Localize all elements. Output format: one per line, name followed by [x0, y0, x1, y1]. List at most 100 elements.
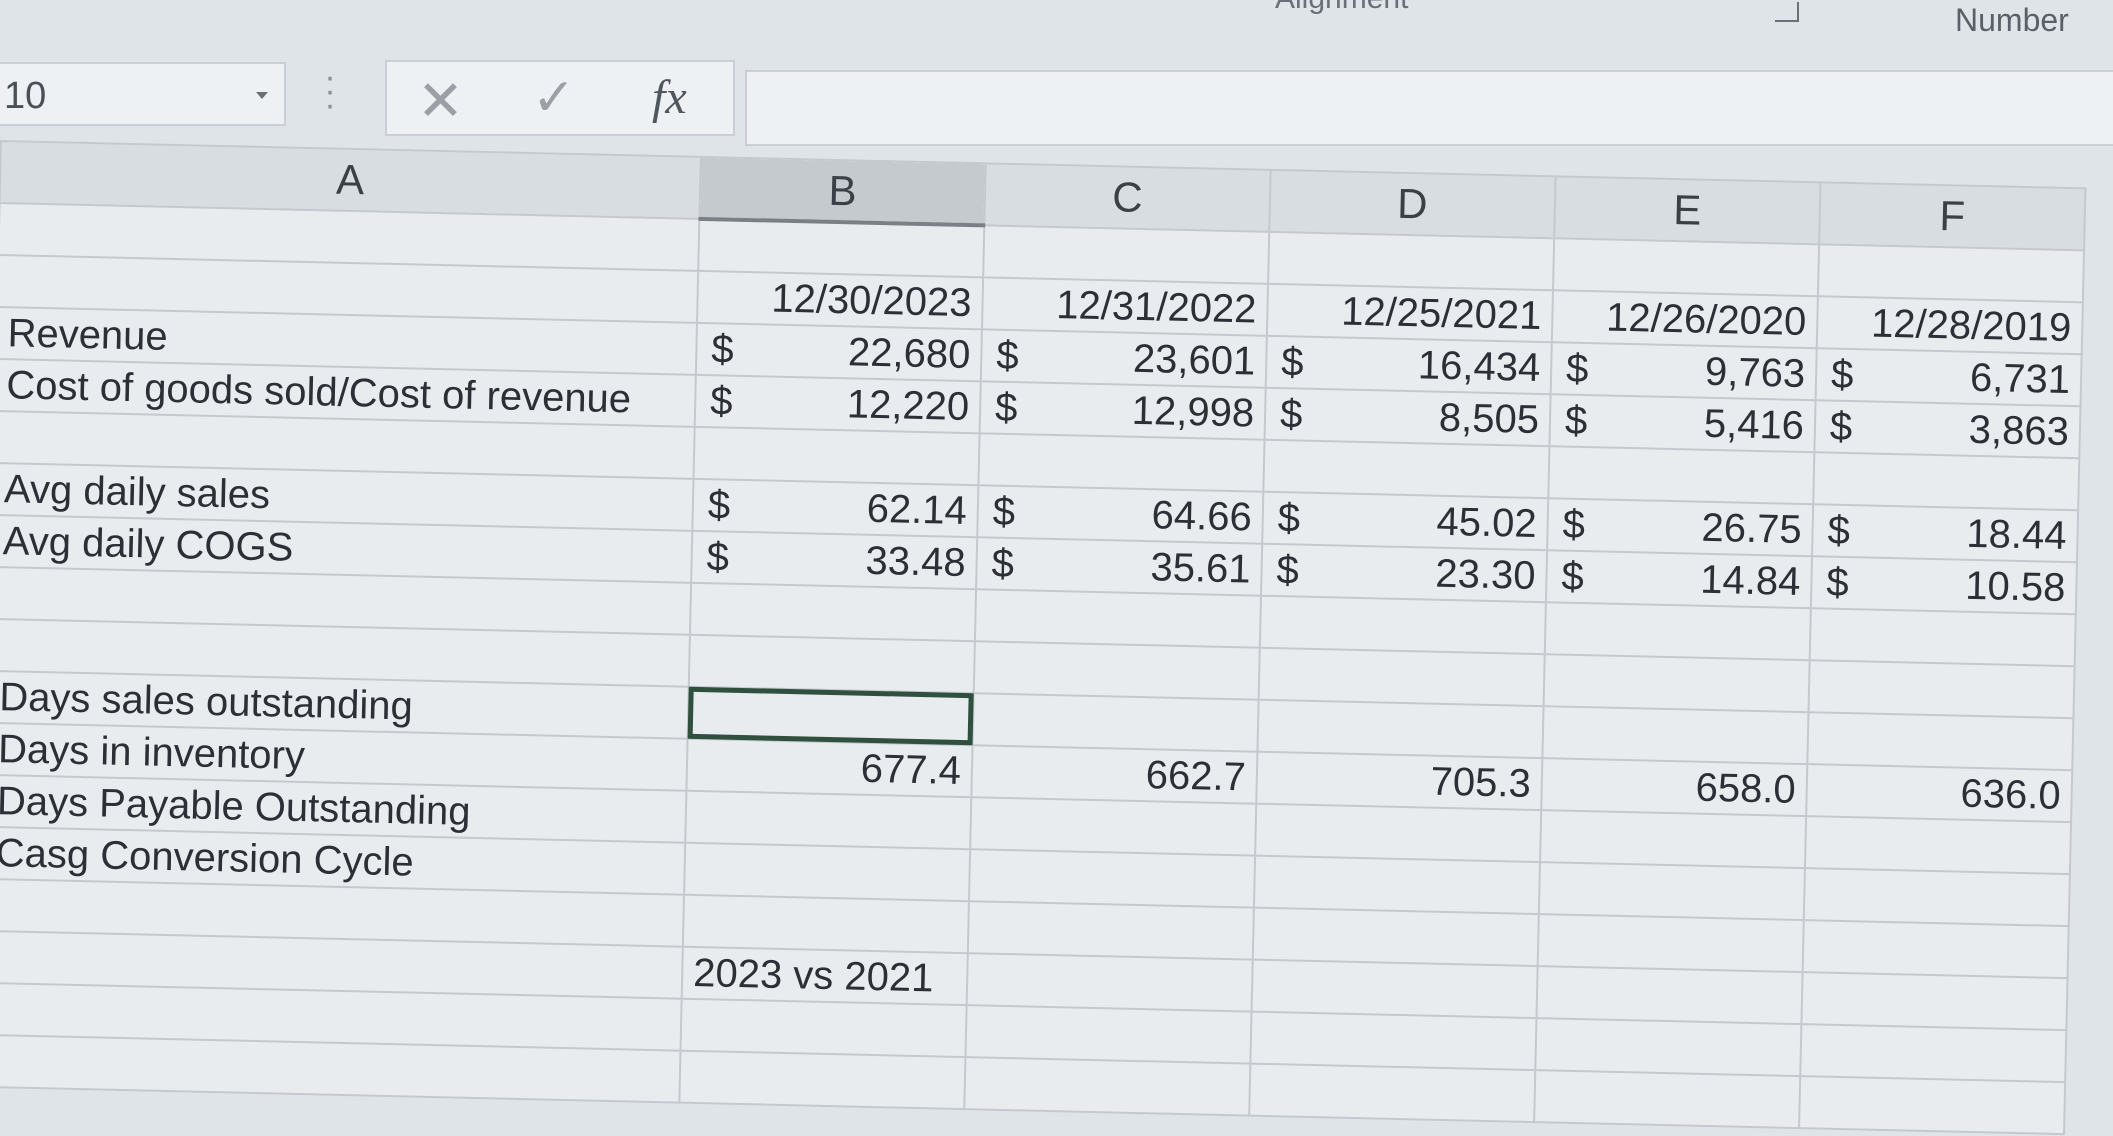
chevron-down-icon[interactable] — [256, 92, 268, 99]
currency-cell[interactable]: $45.02 — [1262, 491, 1549, 551]
currency-cell[interactable]: $6,731 — [1815, 348, 2082, 407]
formula-input[interactable] — [745, 70, 2113, 146]
more-options-icon[interactable]: · · · — [320, 60, 340, 122]
cell[interactable] — [1536, 966, 1803, 1025]
dialog-launcher-icon[interactable] — [1775, 2, 1799, 22]
cell[interactable] — [693, 426, 980, 486]
currency-cell[interactable]: $14.84 — [1545, 550, 1813, 609]
cell[interactable] — [966, 953, 1253, 1012]
date-cell[interactable]: 12/26/2020 — [1551, 290, 1818, 349]
currency-cell[interactable]: $23,601 — [980, 329, 1267, 388]
currency-cell[interactable]: $35.61 — [976, 537, 1263, 596]
name-box[interactable]: 10 — [0, 62, 286, 126]
date-cell[interactable]: 12/30/2023 — [697, 270, 984, 330]
currency-cell[interactable]: $18.44 — [1812, 504, 2079, 563]
currency-cell[interactable]: $12,998 — [979, 381, 1266, 440]
cell[interactable] — [1803, 868, 2070, 927]
cell[interactable]: 636.0 — [1806, 764, 2073, 823]
cell[interactable] — [1813, 452, 2080, 511]
cell[interactable] — [679, 1050, 966, 1110]
cell[interactable] — [1255, 803, 1542, 863]
cell[interactable] — [1552, 238, 1820, 297]
cell[interactable]: 658.0 — [1541, 758, 1808, 817]
cell[interactable]: 677.4 — [686, 738, 973, 798]
currency-cell[interactable]: $26.75 — [1547, 498, 1814, 557]
currency-cell[interactable]: $33.48 — [691, 530, 978, 590]
currency-cell[interactable]: $3,863 — [1814, 400, 2081, 459]
cell[interactable]: 662.7 — [971, 745, 1258, 804]
currency-cell[interactable]: $64.66 — [977, 485, 1264, 544]
currency-cell[interactable]: $10.58 — [1810, 556, 2077, 615]
cell[interactable] — [1252, 907, 1539, 967]
cell[interactable] — [1534, 1070, 1801, 1129]
cell[interactable] — [974, 589, 1261, 648]
cancel-icon[interactable]: ✕ — [417, 68, 464, 134]
column-header-e[interactable]: E — [1554, 176, 1821, 245]
cell[interactable] — [972, 693, 1259, 752]
cell[interactable] — [688, 634, 975, 694]
column-header-b[interactable]: B — [699, 156, 986, 226]
column-header-c[interactable]: C — [984, 163, 1271, 232]
cell[interactable] — [1807, 712, 2074, 771]
cell[interactable] — [1800, 1024, 2067, 1083]
enter-icon[interactable]: ✓ — [532, 68, 576, 128]
cell[interactable] — [1542, 706, 1809, 765]
currency-cell[interactable]: $22,680 — [695, 322, 982, 382]
cell[interactable] — [1250, 1011, 1537, 1071]
column-header-d[interactable]: D — [1269, 169, 1556, 239]
cell[interactable] — [965, 1005, 1252, 1064]
currency-cell[interactable]: $5,416 — [1549, 394, 1816, 453]
cell[interactable] — [682, 894, 969, 954]
cell[interactable] — [685, 790, 972, 850]
cell[interactable] — [1548, 446, 1815, 505]
cell[interactable] — [967, 901, 1254, 960]
column-header-f[interactable]: F — [1819, 182, 2086, 251]
cell[interactable] — [1259, 595, 1546, 655]
cell[interactable]: 705.3 — [1256, 751, 1543, 811]
comparison-label[interactable]: 2023 vs 2021 — [681, 946, 968, 1006]
cell[interactable] — [1249, 1063, 1536, 1123]
active-cell[interactable] — [687, 686, 974, 746]
currency-cell[interactable]: $12,220 — [694, 374, 981, 434]
currency-cell[interactable]: $23.30 — [1260, 543, 1548, 603]
cell[interactable] — [970, 797, 1257, 856]
cell[interactable] — [1799, 1076, 2066, 1135]
cell[interactable] — [1263, 439, 1550, 499]
cell[interactable] — [680, 998, 967, 1058]
date-cell[interactable]: 12/25/2021 — [1266, 283, 1553, 343]
currency-symbol: $ — [1825, 560, 1850, 605]
cell[interactable] — [983, 225, 1270, 284]
cell[interactable] — [964, 1057, 1251, 1116]
insert-function-icon[interactable]: fx — [652, 70, 687, 125]
cell[interactable] — [1540, 810, 1807, 869]
cell[interactable] — [1801, 972, 2068, 1031]
cell[interactable] — [1804, 816, 2072, 875]
currency-cell[interactable]: $16,434 — [1265, 335, 1552, 395]
currency-symbol: $ — [1279, 391, 1303, 437]
currency-cell[interactable]: $9,763 — [1550, 342, 1817, 401]
cell[interactable] — [1538, 862, 1805, 921]
cell[interactable] — [1251, 959, 1538, 1019]
cell[interactable] — [689, 582, 977, 642]
cell[interactable] — [1257, 699, 1544, 759]
cell[interactable] — [1544, 602, 1811, 661]
cell[interactable] — [973, 641, 1260, 700]
cell[interactable] — [1817, 244, 2085, 303]
cell[interactable] — [1809, 608, 2076, 667]
cell[interactable] — [1543, 654, 1810, 713]
cell[interactable] — [1802, 920, 2069, 979]
cell[interactable] — [978, 433, 1265, 492]
cell[interactable] — [1258, 647, 1545, 707]
cell[interactable] — [698, 218, 985, 278]
cell[interactable] — [1537, 914, 1804, 973]
cell[interactable] — [1808, 660, 2075, 719]
cell[interactable] — [1253, 855, 1541, 915]
cell[interactable] — [1268, 231, 1555, 291]
date-cell[interactable]: 12/28/2019 — [1816, 296, 2083, 355]
currency-cell[interactable]: $8,505 — [1264, 387, 1551, 447]
currency-cell[interactable]: $62.14 — [692, 478, 979, 538]
cell[interactable] — [684, 842, 971, 902]
cell[interactable] — [1535, 1018, 1802, 1077]
cell[interactable] — [968, 849, 1256, 908]
date-cell[interactable]: 12/31/2022 — [981, 277, 1269, 336]
